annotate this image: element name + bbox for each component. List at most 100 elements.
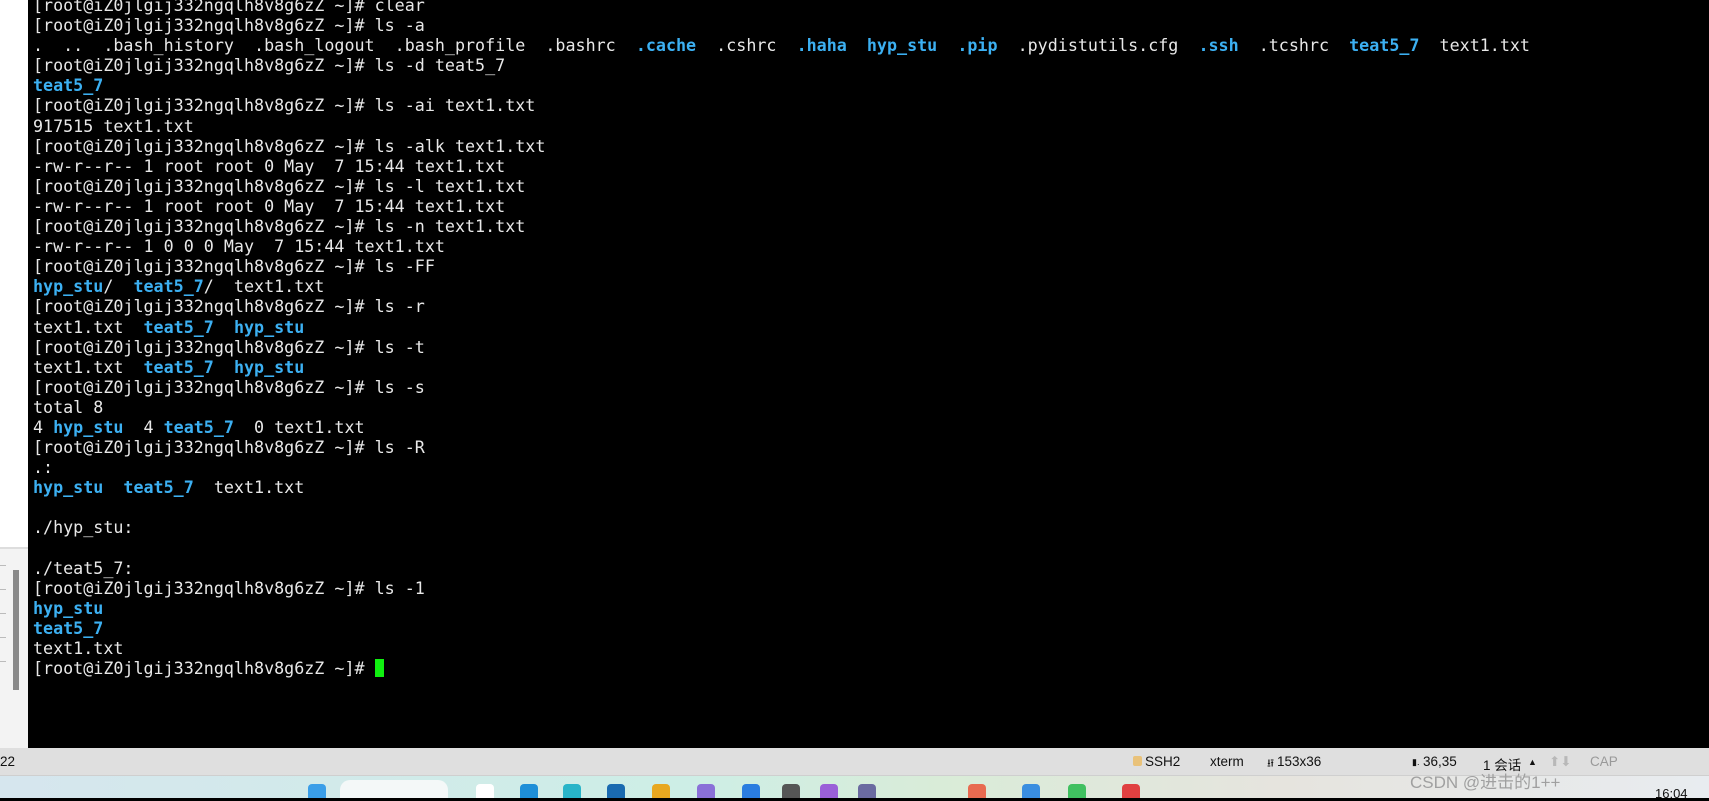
terminal-text: text1.txt (33, 356, 144, 377)
terminal-line: -rw-r--r-- 1 0 0 0 May 7 15:44 text1.txt (33, 236, 1530, 256)
vs-icon[interactable] (820, 784, 838, 798)
side-panel-scrollbar[interactable] (13, 570, 19, 690)
directory-name: teat5_7 (33, 75, 104, 96)
directory-name: teat5_7 (163, 416, 234, 437)
game-icon[interactable] (782, 784, 800, 798)
terminal-text: . .. .bash_history .bash_logout .bash_pr… (33, 35, 636, 56)
terminal-line: [root@iZ0jlgij332ngqlh8v8g6zZ ~]# ls -n … (33, 216, 1530, 236)
terminal-text: [root@iZ0jlgij332ngqlh8v8g6zZ ~]# (33, 658, 375, 679)
terminal-line: [root@iZ0jlgij332ngqlh8v8g6zZ ~]# ls -FF (33, 256, 1530, 276)
list-divider (0, 637, 6, 638)
terminal-text: .pydistutils.cfg (997, 35, 1199, 56)
sessions-arrow-icon[interactable]: ▲ (1528, 757, 1537, 767)
edge-icon[interactable] (520, 784, 538, 798)
terminal-text: ./teat5_7: (33, 557, 134, 578)
terminal-line: [root@iZ0jlgij332ngqlh8v8g6zZ ~]# ls -ai… (33, 95, 1530, 115)
wechat-icon[interactable] (1068, 784, 1086, 798)
app-icon[interactable] (858, 784, 876, 798)
terminal-line: [root@iZ0jlgij332ngqlh8v8g6zZ ~]# ls -t (33, 337, 1530, 357)
terminal-line: [root@iZ0jlgij332ngqlh8v8g6zZ ~]# ls -s (33, 377, 1530, 397)
directory-name: hyp_stu (33, 276, 104, 297)
terminal-text: -rw-r--r-- 1 0 0 0 May 7 15:44 text1.txt (33, 236, 445, 257)
terminal-text: 917515 text1.txt (33, 115, 194, 136)
taskbar-clock[interactable]: 16:04 (1655, 786, 1688, 801)
terminal-line: total 8 (33, 397, 1530, 417)
terminal-window[interactable]: [root@iZ0jlgij332ngqlh8v8g6zZ ~]# clear [… (28, 0, 1709, 748)
directory-name: hyp_stu (866, 35, 938, 56)
terminal-line: teat5_7 (33, 618, 1530, 638)
file-icon[interactable] (476, 784, 494, 798)
directory-name: hyp_stu (233, 316, 305, 337)
app-icon[interactable] (607, 784, 625, 798)
terminal-line: [root@iZ0jlgij332ngqlh8v8g6zZ ~]# ls -l … (33, 176, 1530, 196)
directory-name: teat5_7 (1349, 35, 1420, 56)
directory-name: teat5_7 (133, 276, 204, 297)
terminal-text: [root@iZ0jlgij332ngqlh8v8g6zZ ~]# ls -t (33, 336, 425, 357)
terminal-text: [root@iZ0jlgij332ngqlh8v8g6zZ ~]# ls -R (33, 437, 425, 458)
cursor-position-label: 36,35 (1423, 754, 1457, 769)
terminal-line: [root@iZ0jlgij332ngqlh8v8g6zZ ~]# ls -1 (33, 578, 1530, 598)
cursor-position-icon: ▮. (1412, 757, 1420, 767)
terminal-size-label: 153x36 (1277, 754, 1322, 769)
directory-name: teat5_7 (143, 356, 214, 377)
terminal-line: . .. .bash_history .bash_logout .bash_pr… (33, 35, 1530, 55)
terminal-line: hyp_stu/ teat5_7/ text1.txt (33, 276, 1530, 296)
directory-name: hyp_stu (233, 356, 305, 377)
folder-icon[interactable] (652, 784, 670, 798)
terminal-text: [root@iZ0jlgij332ngqlh8v8g6zZ ~]# ls -FF (33, 256, 435, 277)
terminal-line: 4 hyp_stu 4 teat5_7 0 text1.txt (33, 417, 1530, 437)
terminal-line: [root@iZ0jlgij332ngqlh8v8g6zZ ~]# ls -r (33, 296, 1530, 316)
terminal-text: [root@iZ0jlgij332ngqlh8v8g6zZ ~]# ls -al… (33, 135, 546, 156)
terminal-line: -rw-r--r-- 1 root root 0 May 7 15:44 tex… (33, 196, 1530, 216)
app-icon[interactable] (1022, 784, 1040, 798)
search-box[interactable] (340, 780, 448, 798)
terminal-line: text1.txt teat5_7 hyp_stu (33, 317, 1530, 337)
directory-name: teat5_7 (143, 316, 214, 337)
store-icon[interactable] (742, 784, 760, 798)
directory-name: hyp_stu (53, 416, 124, 437)
terminal-line: [root@iZ0jlgij332ngqlh8v8g6zZ ~]# clear (33, 0, 1530, 15)
terminal-output: [root@iZ0jlgij332ngqlh8v8g6zZ ~]# clear [… (33, 0, 1530, 678)
directory-name: .haha (796, 35, 847, 56)
terminal-text: [root@iZ0jlgij332ngqlh8v8g6zZ ~]# ls -s (33, 376, 425, 397)
lock-icon (1133, 756, 1142, 766)
protocol-label: SSH2 (1145, 754, 1181, 769)
terminal-line: hyp_stu teat5_7 text1.txt (33, 477, 1530, 497)
terminal-text: / text1.txt (203, 276, 325, 297)
pdf-icon[interactable] (1122, 784, 1140, 798)
resize-icon: ⭿ (1267, 758, 1275, 770)
app-icon[interactable] (968, 784, 986, 798)
terminal-text: 0 text1.txt (233, 416, 365, 437)
edge-dev-icon[interactable] (563, 784, 581, 798)
windows-start-icon[interactable] (308, 784, 326, 798)
side-panel (0, 0, 29, 750)
terminal-cursor (374, 659, 384, 678)
terminal-text: [root@iZ0jlgij332ngqlh8v8g6zZ ~]# ls -n … (33, 216, 526, 237)
list-divider (0, 589, 6, 590)
terminal-text: [root@iZ0jlgij332ngqlh8v8g6zZ ~]# ls -l … (33, 175, 526, 196)
terminal-text: .: (33, 457, 54, 478)
terminal-text: 4 (123, 416, 164, 437)
terminal-text: ./hyp_stu: (33, 517, 134, 538)
directory-name: .ssh (1198, 35, 1239, 56)
list-divider (0, 661, 6, 662)
directory-name: hyp_stu (33, 477, 104, 498)
directory-name: hyp_stu (33, 597, 104, 618)
visual-studio-icon[interactable] (697, 784, 715, 798)
terminal-line: text1.txt (33, 638, 1530, 658)
terminal-text: text1.txt (33, 316, 144, 337)
terminal-text: text1.txt (1419, 35, 1530, 56)
terminal-text: .tcshrc (1238, 35, 1350, 56)
directory-name: teat5_7 (33, 617, 104, 638)
terminal-text: text1.txt (193, 477, 305, 498)
terminal-text: [root@iZ0jlgij332ngqlh8v8g6zZ ~]# ls -d … (33, 55, 506, 76)
terminal-line: [root@iZ0jlgij332ngqlh8v8g6zZ ~]# ls -R (33, 437, 1530, 457)
terminal-line: ./hyp_stu: (33, 517, 1530, 537)
watermark: CSDN @进击的1++ (1410, 773, 1561, 792)
terminal-text: [root@iZ0jlgij332ngqlh8v8g6zZ ~]# ls -ai… (33, 95, 536, 116)
